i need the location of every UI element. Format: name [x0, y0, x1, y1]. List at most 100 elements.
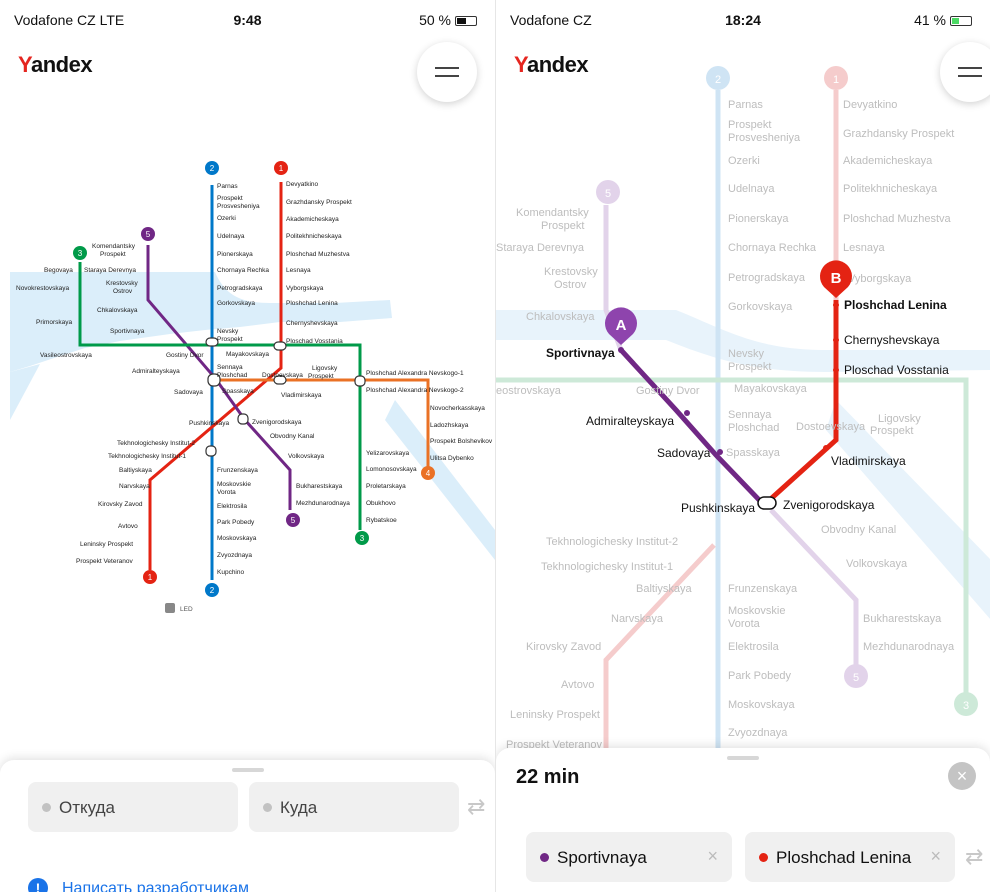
station-elektrosila[interactable]: Elektrosila [217, 503, 247, 510]
station-krest-2[interactable]: Ostrov [554, 279, 587, 291]
station-petrogradskaya[interactable]: Petrogradskaya [217, 285, 263, 292]
station-tekh-1[interactable]: Tekhnologichesky Institut-1 [108, 453, 186, 460]
station-vosstania[interactable]: Ploschad Vosstania [286, 338, 343, 345]
station-pushkinskaya[interactable]: Pushkinskaya [189, 420, 229, 427]
station-prosp-2[interactable]: Prosvesheniya [728, 132, 801, 144]
station-petrogradskaya[interactable]: Petrogradskaya [728, 272, 806, 284]
station-komend-1[interactable]: Komendantsky [516, 207, 589, 219]
station-pionerskaya[interactable]: Pionerskaya [217, 251, 253, 258]
station-devyatkino[interactable]: Devyatkino [843, 99, 897, 111]
station-elektrosila[interactable]: Elektrosila [728, 641, 780, 653]
station-vladimirskaya[interactable]: Vladimirskaya [281, 392, 322, 399]
station-moskovskie-1[interactable]: Moskovskie [728, 605, 785, 617]
station-dostoevskaya[interactable]: Dostoevskaya [796, 421, 866, 433]
station-sennaya-2[interactable]: Ploshchad [217, 372, 248, 379]
station-ozerki[interactable]: Ozerki [217, 215, 236, 222]
transfer-pushkinskaya[interactable] [757, 496, 777, 510]
station-muzhestva[interactable]: Ploshchad Muzhestva [843, 213, 951, 225]
station-nevsky-2[interactable]: Prospekt [728, 361, 771, 373]
station-admiralteyskaya[interactable]: Admiralteyskaya [132, 368, 180, 375]
station-staraya[interactable]: Staraya Derevnya [496, 242, 585, 254]
swap-icon[interactable]: ⇄ [467, 794, 485, 820]
station-komend-2[interactable]: Prospekt [541, 220, 584, 232]
station-sportivnaya[interactable]: Sportivnaya [110, 328, 145, 335]
station-baltiyskaya[interactable]: Baltiyskaya [119, 467, 152, 474]
metro-map[interactable]: 2 1 5 3 4 1 2 5 3 Parnas Prospekt Prosve… [0, 0, 495, 892]
station-dostoevskaya[interactable]: Dostoevskaya [262, 372, 303, 379]
station-kirovsky[interactable]: Kirovsky Zavod [98, 501, 143, 508]
station-spasskaya[interactable]: Spasskaya [726, 447, 781, 459]
station-vladimirskaya-active[interactable]: Vladimirskaya [831, 454, 906, 468]
station-kupchino[interactable]: Kupchino [217, 569, 244, 576]
clear-to-icon[interactable]: × [930, 846, 941, 867]
from-field[interactable]: Sportivnaya × [526, 832, 732, 882]
station-nevsky-1[interactable]: Nevsky [217, 328, 239, 335]
station-park-pobedy[interactable]: Park Pobedy [217, 519, 255, 526]
station-moskovskie-1[interactable]: Moskovskie [217, 481, 251, 488]
station-sadovaya-active[interactable]: Sadovaya [657, 446, 711, 460]
station-park-pobedy[interactable]: Park Pobedy [728, 670, 791, 682]
station-ozerki[interactable]: Ozerki [728, 155, 760, 167]
station-akadem[interactable]: Akademicheskaya [286, 216, 339, 223]
station-obukhovo[interactable]: Obukhovo [366, 500, 396, 507]
station-nevsky-1[interactable]: Nevsky [728, 348, 765, 360]
menu-button[interactable] [417, 42, 477, 102]
station-rybatskoe[interactable]: Rybatskoe [366, 517, 397, 524]
feedback-link[interactable]: ! Написать разработчикам [28, 878, 249, 892]
station-admiralteyskaya-active[interactable]: Admiralteyskaya [586, 414, 674, 428]
transfer-alexandra[interactable] [354, 375, 366, 387]
station-krest-1[interactable]: Krestovsky [106, 280, 139, 287]
station-chkalovskaya[interactable]: Chkalovskaya [526, 311, 595, 323]
station-ligovsky-2[interactable]: Prospekt [308, 373, 334, 380]
station-lesnaya[interactable]: Lesnaya [286, 267, 311, 274]
station-parnas[interactable]: Parnas [217, 183, 238, 190]
station-udelnaya[interactable]: Udelnaya [217, 233, 245, 240]
station-chornaya[interactable]: Chornaya Rechka [217, 267, 269, 274]
station-ladozhskaya[interactable]: Ladozhskaya [430, 422, 469, 429]
station-ligovsky-1[interactable]: Ligovsky [312, 365, 338, 372]
station-mayakovskaya[interactable]: Mayakovskaya [734, 383, 808, 395]
station-moskovskie-2[interactable]: Vorota [217, 489, 236, 496]
station-kirovsky[interactable]: Kirovsky Zavod [526, 641, 601, 653]
station-zvyozdnaya[interactable]: Zvyozdnaya [217, 552, 252, 559]
transfer-pushkinskaya[interactable] [237, 413, 249, 425]
station-sadovaya[interactable]: Sadovaya [174, 389, 203, 396]
station-gorkovskaya[interactable]: Gorkovskaya [217, 300, 255, 307]
station-frunzenskaya[interactable]: Frunzenskaya [217, 467, 258, 474]
station-grazhdansky[interactable]: Grazhdansky Prospekt [286, 199, 352, 206]
swap-icon[interactable]: ⇄ [965, 844, 983, 870]
station-tekh-1[interactable]: Tekhnologichesky Institut-1 [541, 561, 673, 573]
sheet-grabber[interactable] [727, 756, 759, 760]
station-lenina[interactable]: Ploshchad Lenina [286, 300, 338, 307]
station-akadem[interactable]: Akademicheskaya [843, 155, 933, 167]
station-komend-2[interactable]: Prospekt [100, 251, 126, 258]
station-gostiny[interactable]: Gostiny Dvor [636, 385, 700, 397]
station-staraya[interactable]: Staraya Derevnya [84, 267, 136, 274]
station-volkovskaya[interactable]: Volkovskaya [846, 558, 908, 570]
station-pushkinskaya-active[interactable]: Pushkinskaya [681, 501, 755, 515]
station-pionerskaya[interactable]: Pionerskaya [728, 213, 789, 225]
marker-b[interactable]: B [820, 260, 852, 298]
station-volkovskaya[interactable]: Volkovskaya [288, 453, 325, 460]
station-grazhdansky[interactable]: Grazhdansky Prospekt [843, 128, 954, 140]
station-vyborgskaya[interactable]: Vyborgskaya [848, 273, 912, 285]
station-lesnaya[interactable]: Lesnaya [843, 242, 885, 254]
transfer-tekh[interactable] [205, 445, 217, 457]
station-lenina-active[interactable]: Ploshchad Lenina [844, 298, 947, 312]
station-politekh[interactable]: Politekhnicheskaya [843, 183, 938, 195]
station-narvskaya[interactable]: Narvskaya [611, 613, 664, 625]
station-chkalovskaya[interactable]: Chkalovskaya [97, 307, 138, 314]
clear-from-icon[interactable]: × [707, 846, 718, 867]
station-prosp-1[interactable]: Prospekt [217, 195, 243, 202]
station-begovaya[interactable]: Begovaya [44, 267, 73, 274]
station-leninsky[interactable]: Leninsky Prospekt [80, 541, 133, 548]
station-zvenigorodskaya[interactable]: Zvenigorodskaya [252, 419, 302, 426]
transfer-vosstania[interactable] [273, 341, 287, 351]
station-moskovskaya[interactable]: Moskovskaya [728, 699, 796, 711]
station-bukharestskaya[interactable]: Bukharestskaya [863, 613, 942, 625]
station-narvskaya[interactable]: Narvskaya [119, 483, 150, 490]
station-sennaya-1[interactable]: Sennaya [728, 409, 772, 421]
station-krest-1[interactable]: Krestovsky [544, 266, 598, 278]
station-lomonosovskaya[interactable]: Lomonosovskaya [366, 466, 417, 473]
station-mayakovskaya[interactable]: Mayakovskaya [226, 351, 269, 358]
